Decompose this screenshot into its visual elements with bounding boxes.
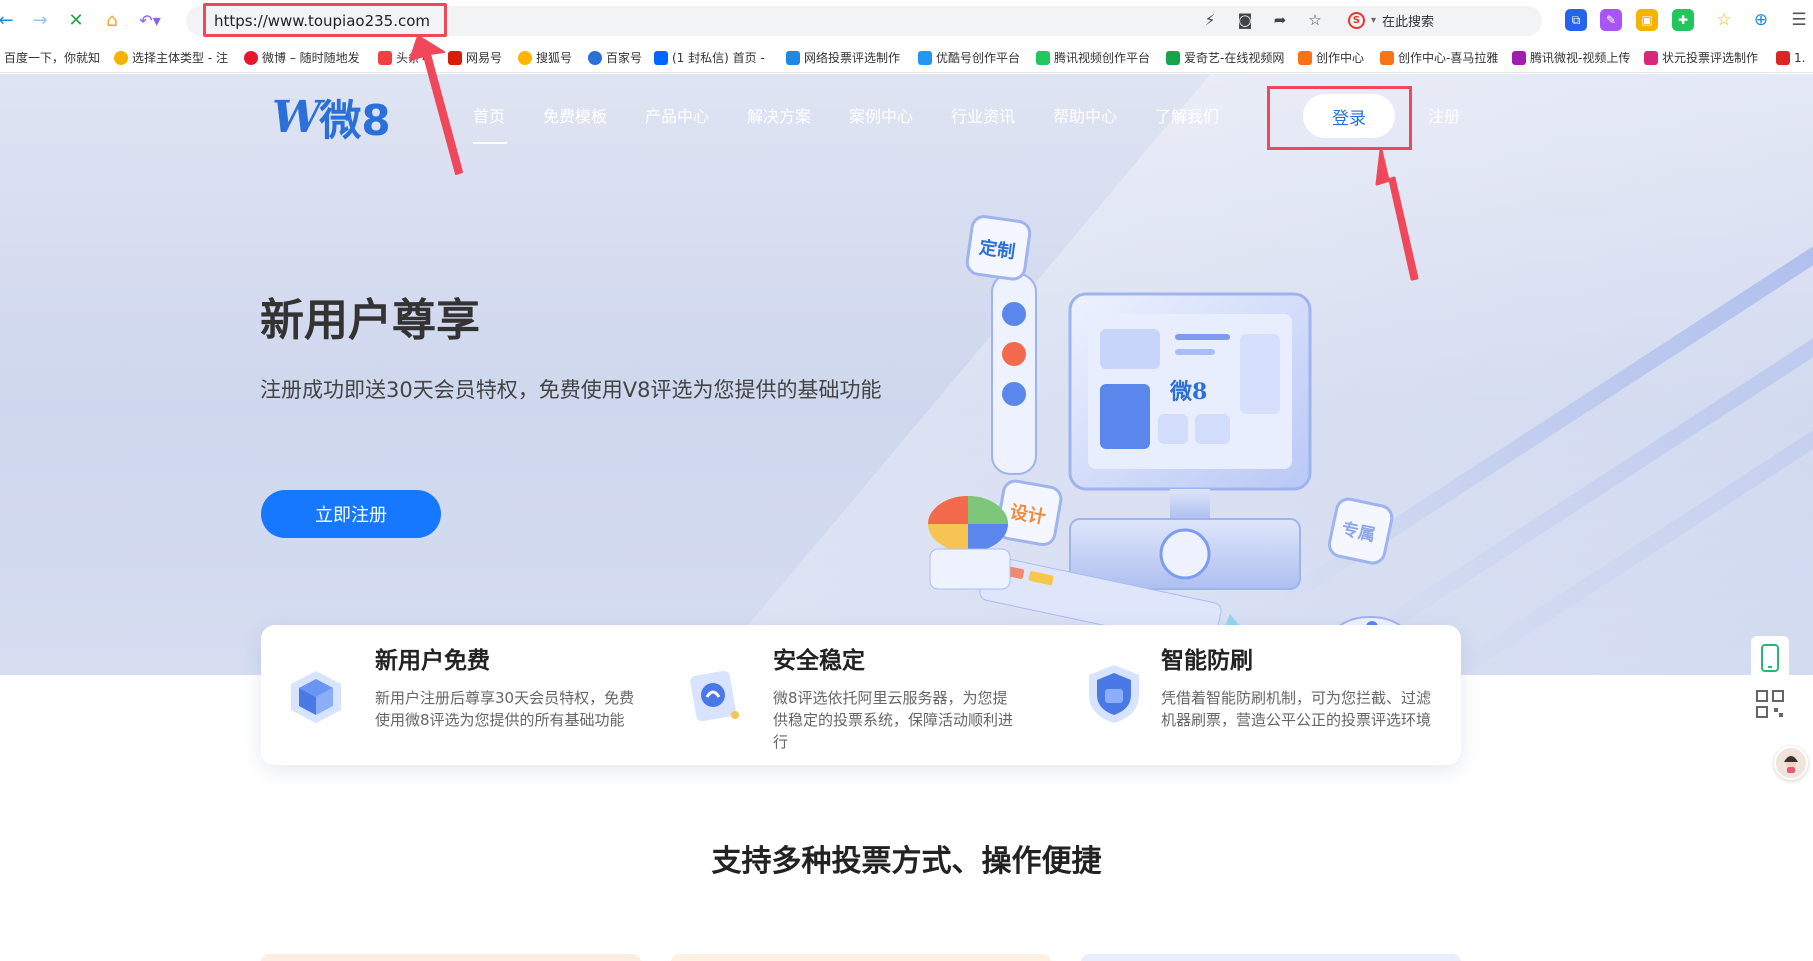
arrow-to-login	[1375, 148, 1419, 281]
arrow-to-url	[409, 35, 463, 175]
annotation-arrows	[409, 35, 1419, 281]
